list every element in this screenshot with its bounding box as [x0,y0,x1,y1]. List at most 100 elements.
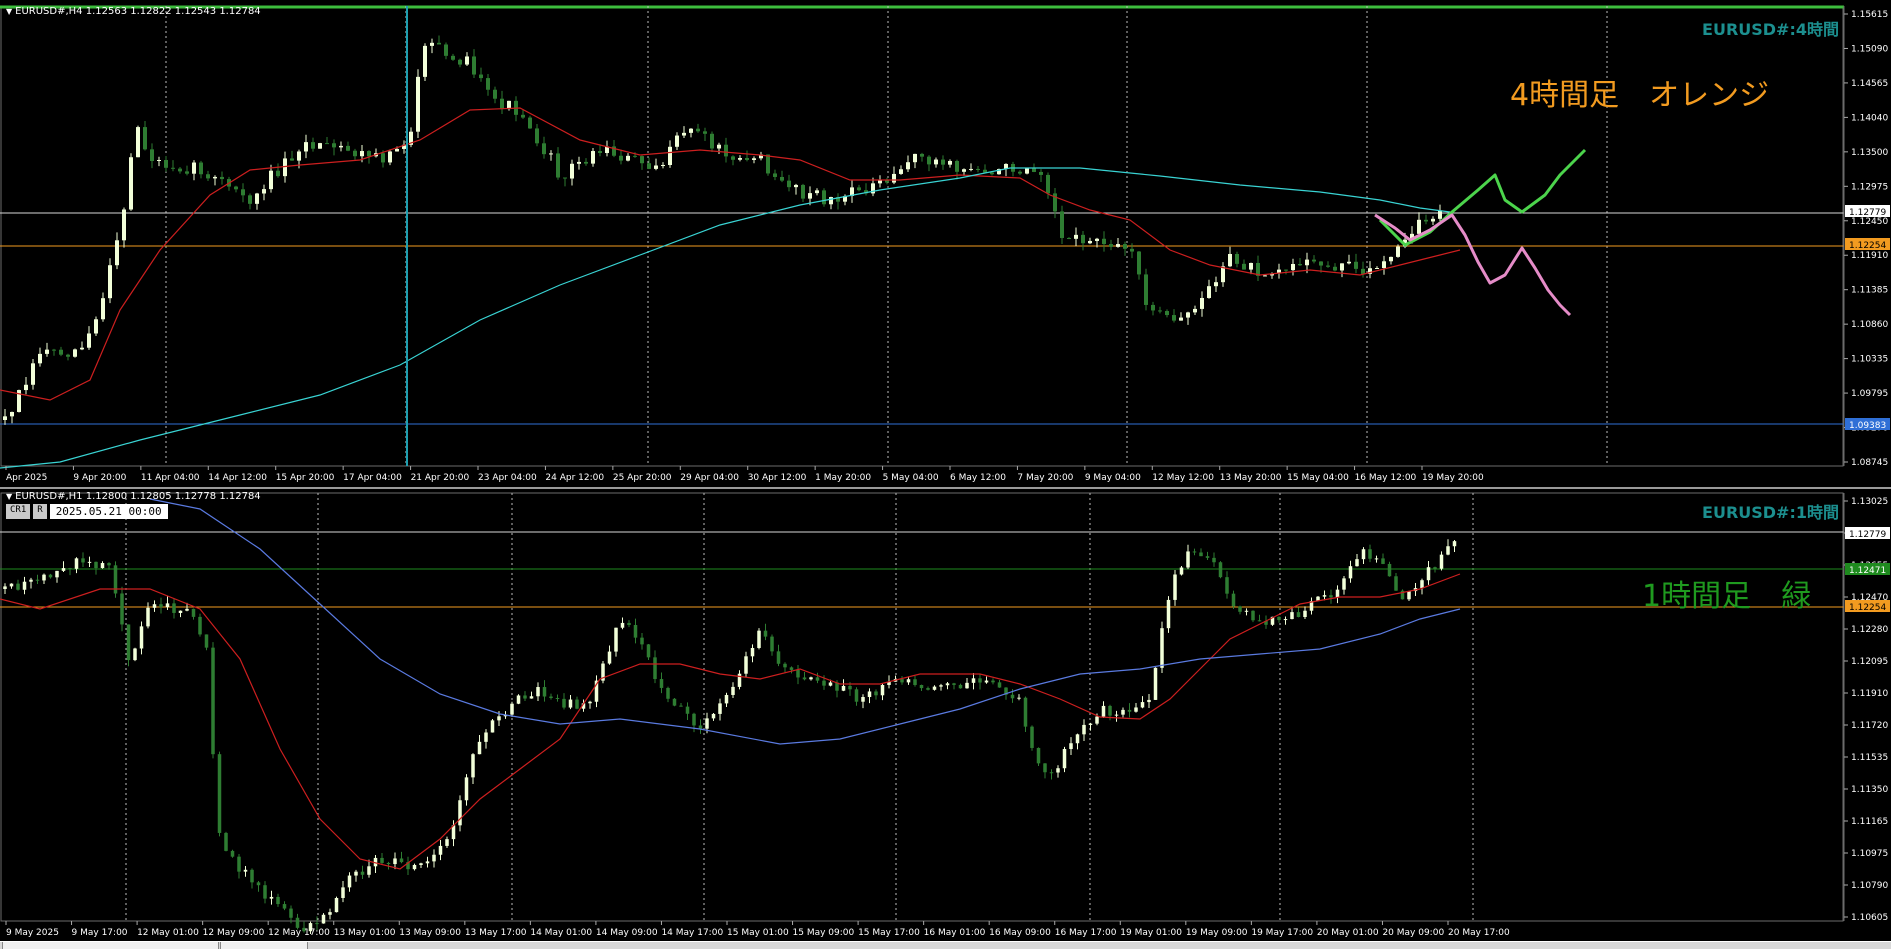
candle-body [1074,234,1078,239]
candle-body [698,725,703,729]
candle-body [1144,274,1148,305]
candle-body [486,78,490,90]
candle-body [1186,312,1190,318]
candle-body [577,161,581,164]
price-axis-label: 1.11350 [1851,785,1888,795]
candle-body [1095,238,1099,241]
time-axis-label: 20 May 17:00 [1448,928,1510,938]
candle-body [490,720,495,733]
candle-body [143,127,147,150]
triangle-down-icon[interactable]: ▼ [6,7,12,16]
candle-body [55,570,59,578]
candle-body [211,647,215,755]
candle-body [217,754,222,833]
time-axis-label: 9 May 2025 [6,928,59,938]
candle-body [1101,705,1106,717]
candle-body [477,741,482,755]
candle-body [94,561,98,569]
candle-body [556,153,560,178]
candle-body [773,173,777,177]
price-axis-label: 1.11910 [1851,689,1888,699]
ma-red-line [0,107,1461,401]
candle-body [780,176,784,181]
candle-body [633,155,637,157]
candle-body [952,683,956,685]
candle-body [465,56,469,65]
price-tag-label: 1.12471 [1849,566,1886,576]
candle-body [164,159,168,168]
candle-body [1214,282,1218,287]
candle-body [1263,275,1267,277]
candle-body [430,42,434,46]
time-axis-label: 13 May 09:00 [399,928,461,938]
time-axis-label: 17 Apr 04:00 [343,473,402,483]
candle-body [122,209,126,241]
candle-body [1140,702,1145,708]
price-tag-label: 1.09383 [1849,421,1886,431]
candle-body [360,151,364,157]
candle-body [38,353,42,364]
candle-body [52,349,56,351]
candle-body [787,180,791,188]
candle-body [192,162,196,174]
h1-chart-pane[interactable]: 1.130251.128401.126551.124701.122801.120… [0,489,1891,941]
candle-body [689,128,693,133]
candle-body [353,150,357,157]
time-axis-label: 12 May 12:00 [1152,473,1214,483]
candle-body [668,146,672,165]
candle-body [900,679,904,683]
candle-body [1046,174,1050,194]
h4-chart-pane[interactable]: 1.15615 1.15090 1.14565 1.14040 1.13500 1.129… [0,0,1891,489]
candle-body [983,169,987,173]
candle-body [536,687,540,697]
candle-body [1375,268,1379,270]
candle-body [528,117,532,129]
price-axis-label: 1.10975 [1851,849,1888,859]
price-axis-label: 1.14040 [1851,113,1888,123]
candle-body [763,630,768,637]
candle-body [1394,576,1398,591]
candle-body [1116,244,1120,247]
time-axis-label: 5 May 04:00 [883,473,939,483]
candle-body [464,777,469,801]
candle-body [276,170,280,177]
candle-body [178,610,183,613]
time-axis-label: 19 May 01:00 [1120,928,1182,938]
crosshair-label-cr1[interactable]: CR1 [6,504,31,519]
h1-chart-canvas[interactable]: 1.130251.128401.126551.124701.122801.120… [0,489,1891,941]
candle-body [1030,726,1034,748]
candle-body [206,174,210,179]
time-axis-label: 9 May 17:00 [72,928,128,938]
candle-body [1417,219,1421,234]
candle-body [94,319,98,334]
candle-body [659,679,664,688]
candle-body [607,651,612,664]
candle-body [919,684,924,689]
candle-body [479,74,483,79]
candle-body [1165,311,1169,316]
candle-body [1158,310,1162,312]
crosshair-label-r[interactable]: R [33,504,47,519]
triangle-down-icon[interactable]: ▼ [6,492,12,501]
h1-header-text: EURUSD#,H1 1.12800 1.12805 1.12778 1.127… [15,491,261,502]
candle-body [570,163,574,179]
candle-body [100,563,105,569]
time-axis-label: 19 May 09:00 [1186,928,1248,938]
time-axis-label: 12 May 17:00 [268,928,330,938]
candle-body [1095,716,1099,724]
candle-body [568,699,573,708]
price-axis-label: 1.11910 [1851,251,1888,261]
candle-body [796,669,800,678]
candle-body [297,151,301,161]
candle-body [1342,578,1346,590]
candle-body [857,187,861,191]
candle-body [220,176,224,180]
candle-body [1382,261,1386,269]
candle-body [717,144,721,149]
candle-body [380,857,384,863]
candle-body [1319,261,1323,266]
candle-body [1298,264,1302,266]
candle-body [16,583,20,590]
price-axis-label: 1.12095 [1851,657,1888,667]
candle-body [1043,763,1047,773]
